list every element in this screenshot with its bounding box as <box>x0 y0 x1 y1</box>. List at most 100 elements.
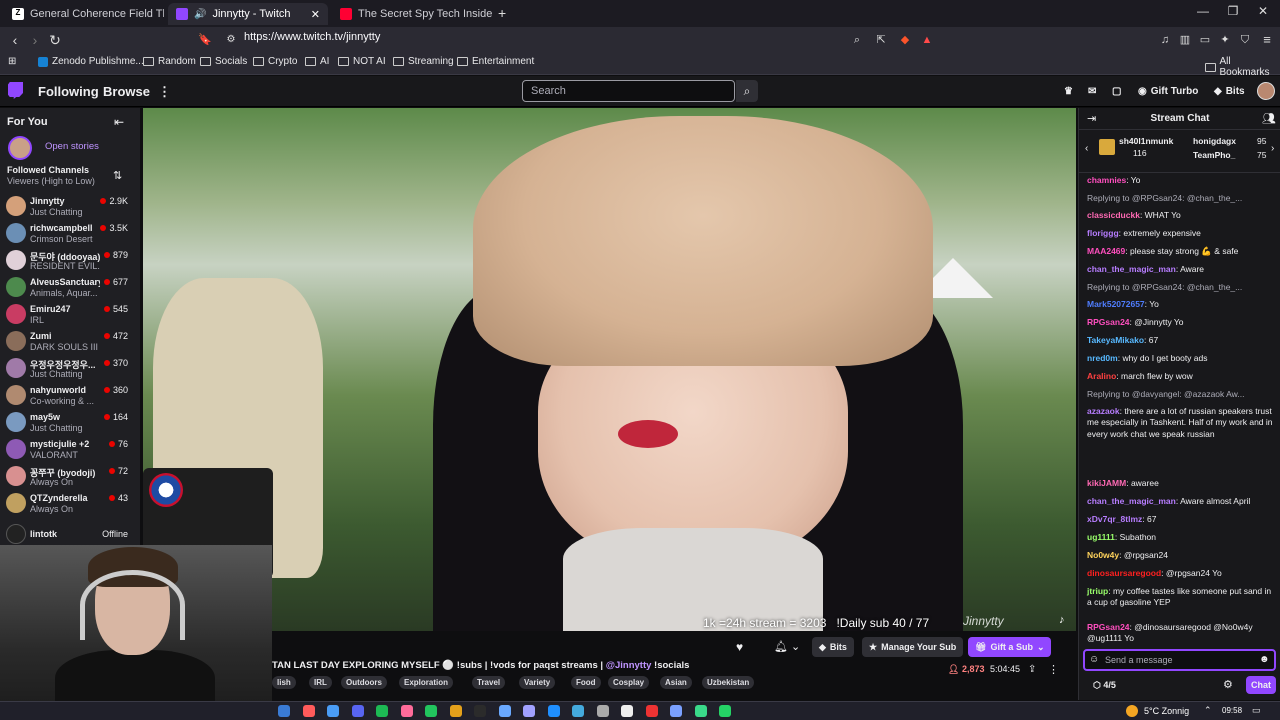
bookmark-zenodo[interactable]: Zenodo Publishme... <box>38 56 144 67</box>
stream-tag[interactable]: lish <box>272 676 296 689</box>
sidebar-item-channel[interactable]: AlveusSanctuary Animals, Aquar... 677 <box>0 274 140 301</box>
sidebar-item-channel[interactable]: richwcampbell Crimson Desert 3.5K <box>0 220 140 247</box>
stream-tag[interactable]: Food <box>571 676 601 689</box>
sidebar-item-lintotk[interactable]: lintotk Offline <box>0 521 140 548</box>
stream-tag[interactable]: Uzbekistan <box>702 676 755 689</box>
twitch-logo-icon[interactable] <box>8 82 23 99</box>
bookmark-folder-streaming[interactable]: Streaming <box>393 56 454 67</box>
bookmark-folder-not-ai[interactable]: NOT AI <box>338 56 386 67</box>
sidebar-item-channel[interactable]: nahyunworld Co-working & ... 360 <box>0 382 140 409</box>
heart-icon[interactable]: ♥ <box>736 640 743 654</box>
chevron-up-icon[interactable]: ⌃ <box>1204 705 1212 716</box>
mention-link[interactable]: @Jinnytty <box>606 660 652 671</box>
stream-tag[interactable]: Outdoors <box>341 676 387 689</box>
rewards-icon[interactable]: ▲ <box>918 31 936 49</box>
notification-bell-icon[interactable]: 🔔︎ ⌄ <box>774 640 800 653</box>
sort-icon[interactable]: ⇅ <box>113 169 122 182</box>
settings-gear-icon[interactable]: ⚙ <box>1223 678 1233 691</box>
close-window-button[interactable]: ✕ <box>1248 4 1278 18</box>
bookmark-folder-crypto[interactable]: Crypto <box>253 56 297 67</box>
share-icon[interactable]: ⇪ <box>1028 664 1036 675</box>
more-icon[interactable]: ⋮ <box>1048 663 1059 676</box>
restore-button[interactable]: ❐ <box>1218 4 1248 18</box>
sidebar-item-channel[interactable]: Jinnytty Just Chatting 2.9K <box>0 193 140 220</box>
chat-username[interactable]: jtriup <box>1087 586 1108 596</box>
taskbar-app-icon[interactable] <box>621 705 633 717</box>
stream-tag[interactable]: IRL <box>309 676 332 689</box>
back-icon[interactable]: ‹ <box>6 31 24 49</box>
sidebar-item-channel[interactable]: 우정우정우정우... Just Chatting 370 <box>0 355 140 382</box>
video-player[interactable]: 1k =24h stream = 3203 !Daily sub 40 / 77… <box>143 108 1076 631</box>
reload-icon[interactable]: ↻ <box>46 31 64 49</box>
chat-username[interactable]: MAA2469 <box>1087 246 1125 256</box>
taskbar-app-icon[interactable] <box>498 705 511 717</box>
forward-icon[interactable]: › <box>26 31 44 49</box>
chat-username[interactable]: TakeyaMikako <box>1087 335 1144 345</box>
sidebar-item-channel[interactable]: Emiru247 IRL 545 <box>0 301 140 328</box>
bookmark-folder-entertainment[interactable]: Entertainment <box>457 56 534 67</box>
chat-username[interactable]: floriggg <box>1087 228 1119 238</box>
stream-tag[interactable]: Exploration <box>399 676 454 689</box>
avatar[interactable] <box>1257 82 1275 100</box>
taskbar-app-icon[interactable] <box>327 705 339 717</box>
close-icon[interactable]: ✕ <box>311 8 320 21</box>
taskbar-app-icon[interactable] <box>523 705 535 717</box>
chat-username[interactable]: Aralino <box>1087 371 1116 381</box>
notification-icon[interactable]: ▭ <box>1252 705 1261 716</box>
taskbar-app-icon[interactable] <box>670 705 682 717</box>
search-input[interactable]: Search <box>522 80 735 102</box>
reply-context[interactable]: Replying to @RPGsan24: @chan_the_... <box>1087 282 1242 292</box>
taskbar-app-icon[interactable] <box>572 705 584 717</box>
channel-points[interactable]: ⬡ 4/5 <box>1093 680 1116 691</box>
taskbar-app-icon[interactable] <box>351 705 364 717</box>
taskbar-app-icon[interactable] <box>474 705 486 717</box>
gift-turbo-button[interactable]: ◉ Gift Turbo <box>1132 81 1204 101</box>
taskbar-app-icon[interactable] <box>449 705 462 717</box>
chat-input[interactable]: Send a message <box>1083 649 1276 671</box>
taskbar-app-icon[interactable] <box>425 705 437 717</box>
prime-icon[interactable]: ♛ <box>1058 81 1079 101</box>
vpn-icon[interactable]: ⛉ <box>1236 31 1254 49</box>
nav-browse[interactable]: Browse <box>103 84 150 99</box>
taskbar-app-icon[interactable] <box>302 705 315 717</box>
sidebar-item-channel[interactable]: 문두야 (ddooyaa) RESIDENT EVIL... 879 <box>0 247 140 274</box>
bits-cheer-button[interactable]: ◆ Bits <box>812 637 854 657</box>
zoom-icon[interactable]: ⌕ <box>848 31 866 49</box>
sidebar-item-channel[interactable]: 꽁쭈꾸 (byodoji) Always On 72 <box>0 463 140 490</box>
chevron-left-icon[interactable]: ‹ <box>1085 143 1088 154</box>
chat-username[interactable]: azazaok <box>1087 406 1120 416</box>
site-info-icon[interactable]: ⚙ <box>222 31 240 49</box>
chat-username[interactable]: chan_the_magic_man <box>1087 496 1176 506</box>
chat-username[interactable]: No0w4y <box>1087 550 1119 560</box>
menu-icon[interactable]: ≡ <box>1258 31 1276 49</box>
reply-context[interactable]: Replying to @RPGsan24: @chan_the_... <box>1087 193 1242 203</box>
chat-username[interactable]: RPGsan24 <box>1087 622 1130 632</box>
taskbar-app-icon[interactable] <box>694 705 707 717</box>
all-bookmarks[interactable]: All Bookmarks <box>1205 56 1280 78</box>
more-icon[interactable]: ⋮ <box>158 84 171 100</box>
sidebar-item-channel[interactable]: Zumi DARK SOULS III 472 <box>0 328 140 355</box>
stream-tag[interactable]: Travel <box>472 676 506 689</box>
taskbar-app-icon[interactable] <box>547 705 560 717</box>
leo-icon[interactable]: ✦ <box>1216 31 1234 49</box>
taskbar-app-icon[interactable] <box>645 705 658 717</box>
sidebar-item-channel[interactable]: mysticjulie +2 VALORANT 76 <box>0 436 140 463</box>
share-icon[interactable]: ⇱ <box>872 31 890 49</box>
chat-username[interactable]: kikiJAMM <box>1087 478 1126 488</box>
taskbar-app-icon[interactable] <box>400 705 413 717</box>
chat-username[interactable]: chan_the_magic_man <box>1087 264 1176 274</box>
bits-button[interactable]: ◆ Bits <box>1208 81 1251 101</box>
gift-sub-button[interactable]: 🎁︎ Gift a Sub ⌄ <box>968 637 1052 657</box>
apps-icon[interactable]: ⊞ <box>8 56 16 67</box>
minimize-button[interactable]: — <box>1188 4 1218 18</box>
taskbar-app-icon[interactable] <box>596 705 609 717</box>
taskbar-app-icon[interactable] <box>719 705 731 717</box>
chat-username[interactable]: ug1111 <box>1087 532 1115 542</box>
new-tab-button[interactable]: + <box>498 5 506 21</box>
chat-send-button[interactable]: Chat <box>1246 676 1276 694</box>
brave-shield-icon[interactable]: ◆ <box>896 31 914 49</box>
bookmark-folder-ai[interactable]: AI <box>305 56 329 67</box>
open-stories-link[interactable]: Open stories <box>45 141 99 152</box>
taskbar-app-icon[interactable] <box>376 705 388 717</box>
taskbar-app-icon[interactable] <box>278 705 290 717</box>
